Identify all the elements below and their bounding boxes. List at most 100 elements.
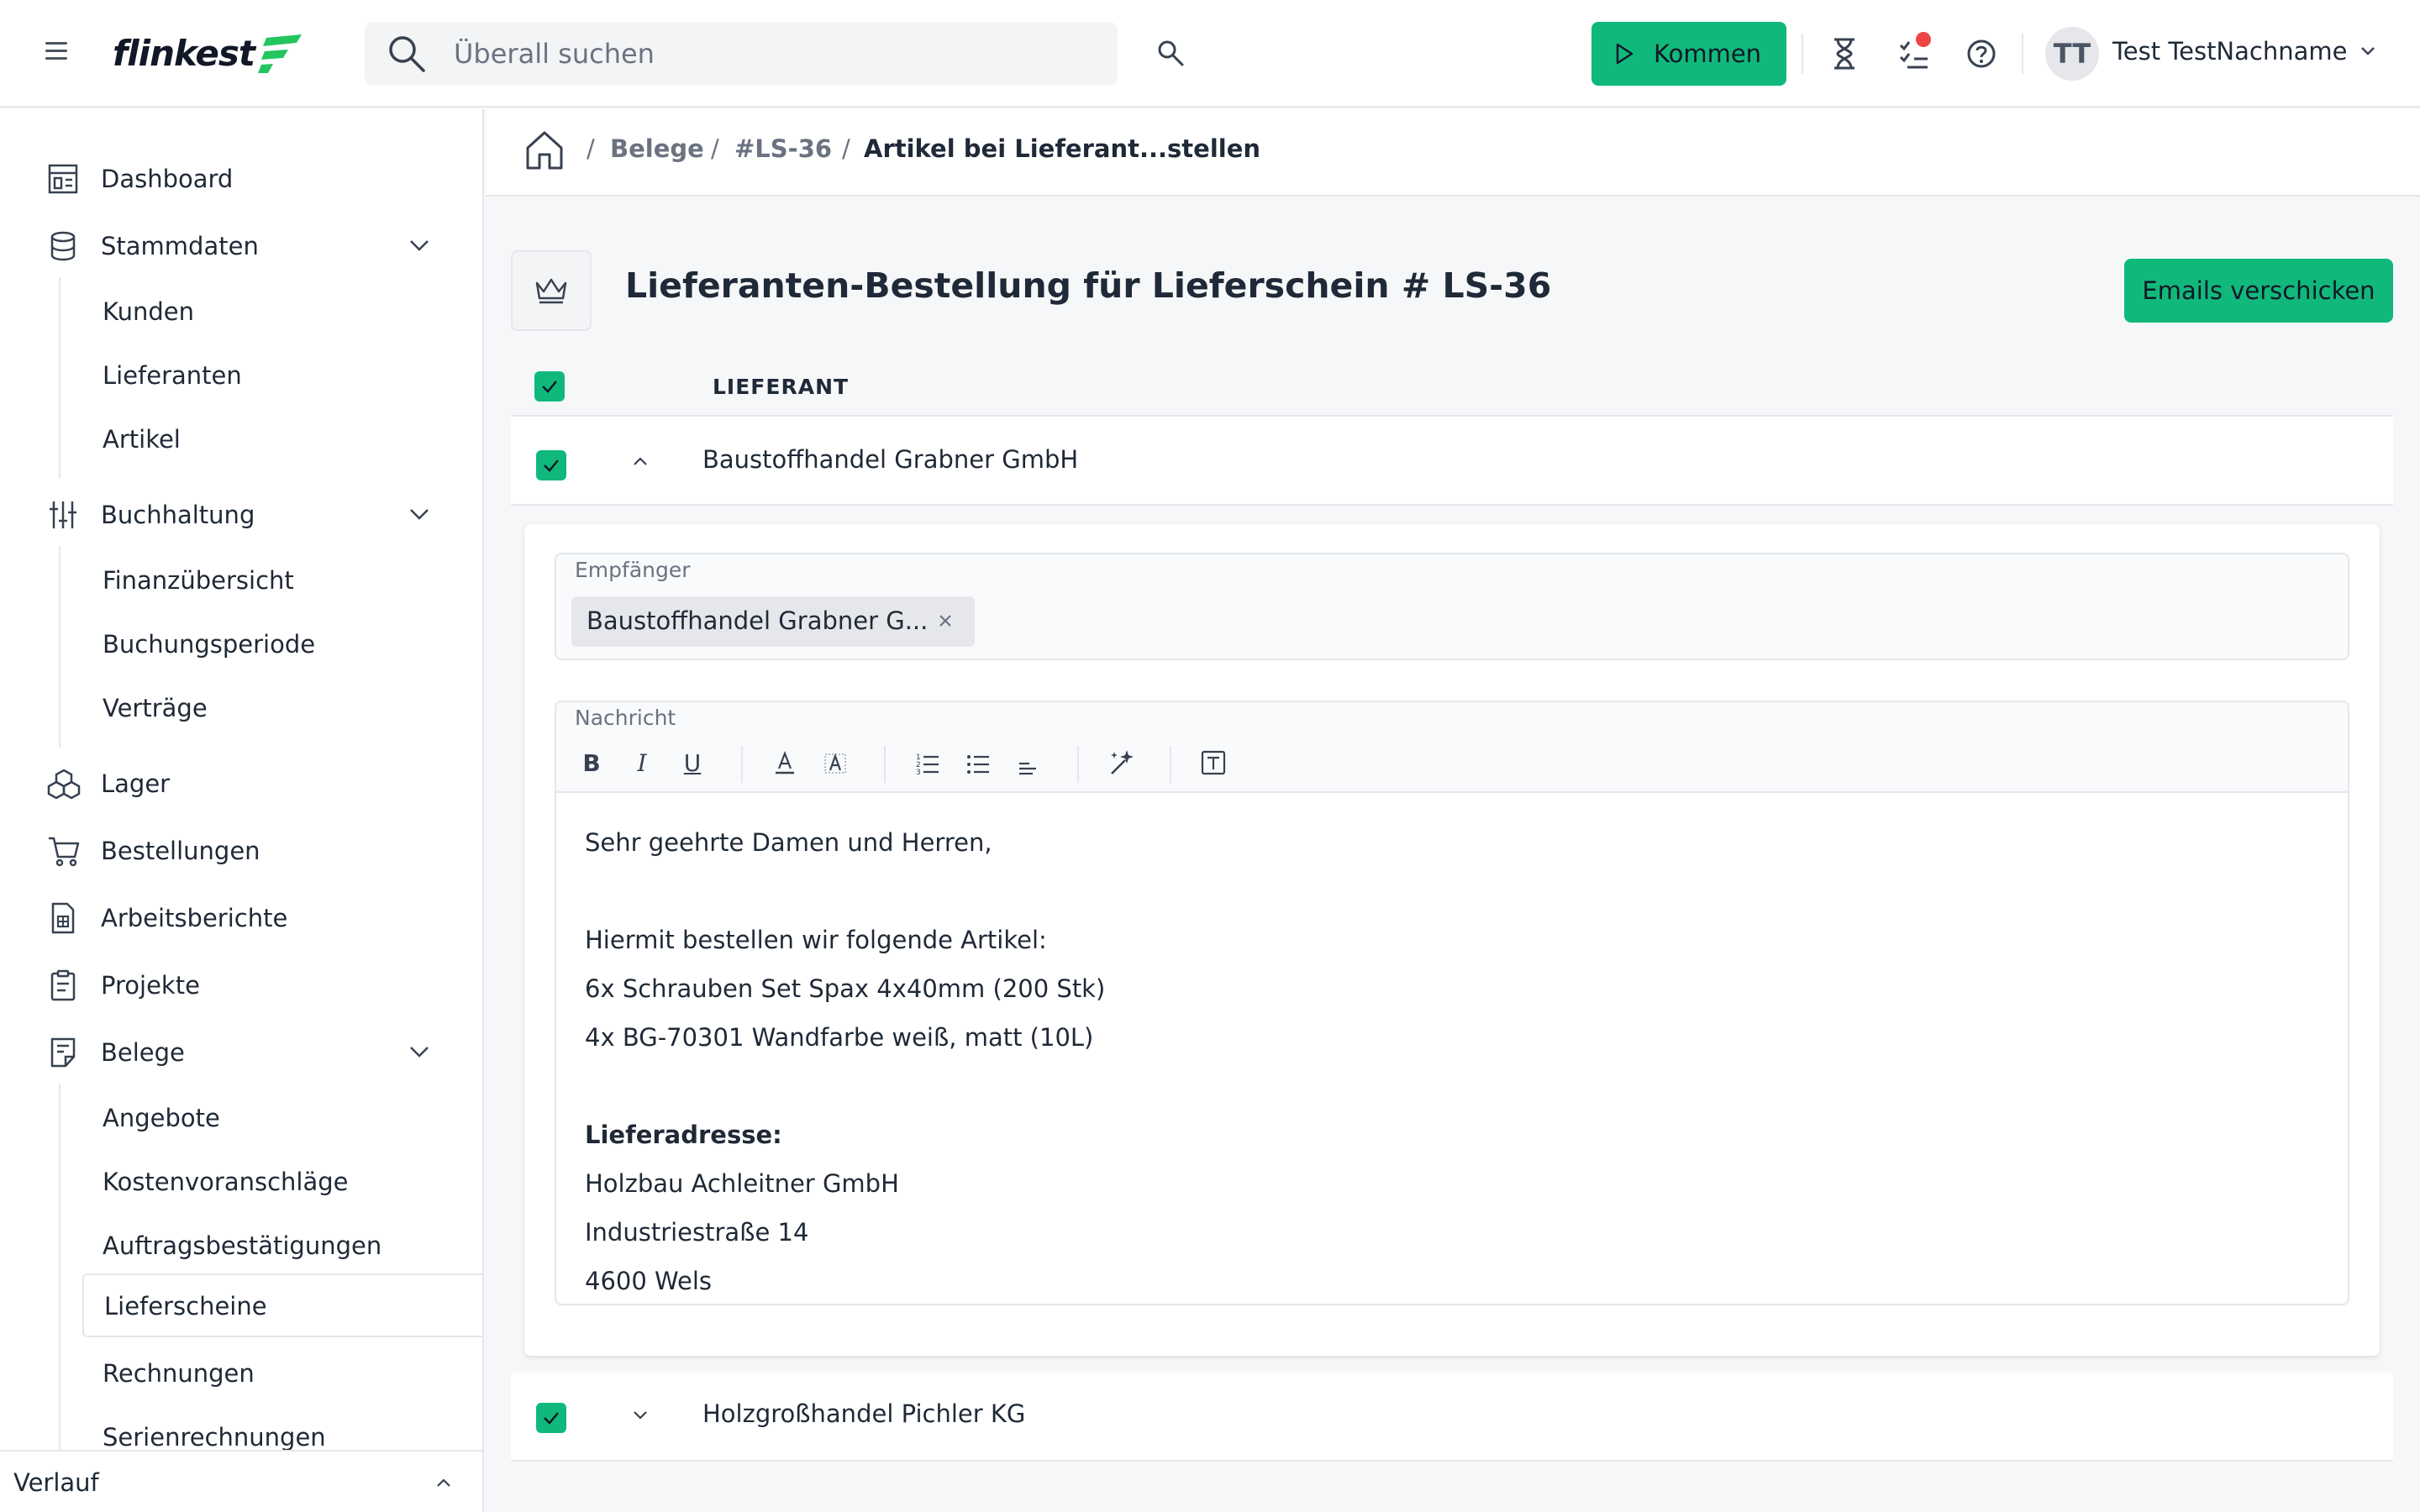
message-line[interactable]: 4x BG-70301 Wandfarbe weiß, matt (10L) [585,1023,1093,1052]
chevron-down-icon[interactable] [2360,45,2376,57]
row-checkbox[interactable] [536,1403,566,1433]
cart-icon [49,837,80,867]
chevron-up-icon [437,1478,450,1487]
message-label: Nachricht [575,706,676,730]
breadcrumb-current: Artikel bei Lieferant...stellen [864,134,1261,163]
send-emails-button[interactable]: Emails verschicken [2124,259,2393,323]
toolbar-separator [741,746,743,783]
sidebar-item-rechnungen[interactable]: Rechnungen [82,1342,482,1403]
sidebar-item-label: Verträge [103,694,208,722]
sidebar-item-lieferanten[interactable]: Lieferanten [82,344,482,405]
kommen-label: Kommen [1654,39,1762,68]
message-line[interactable]: Lieferadresse: [585,1121,782,1149]
header-divider [1802,34,1803,74]
sidebar-item-label: Arbeitsberichte [101,904,288,932]
message-line[interactable]: Sehr geehrte Damen und Herren, [585,828,992,857]
highlight-icon[interactable] [818,746,852,780]
toolbar-separator [884,746,886,783]
sidebar-item-label: Projekte [101,971,200,1000]
sidebar-item-angebote[interactable]: Angebote [82,1087,482,1147]
submenu-line [59,1084,60,1512]
sidebar-item-kostenvoranschlaege[interactable]: Kostenvoranschläge [82,1151,482,1211]
sidebar-item-bestellungen[interactable]: Bestellungen [0,820,482,880]
message-line[interactable]: Hiermit bestellen wir folgende Artikel: [585,926,1047,954]
top-header: flinkest Kommen [0,0,2420,108]
sidebar-item-finanzuebersicht[interactable]: Finanzübersicht [82,549,482,610]
database-icon [50,231,76,261]
recipient-chip[interactable]: Baustoffhandel Grabner G... [571,596,975,647]
sidebar-item-vertraege[interactable]: Verträge [82,677,482,738]
sidebar-item-label: Finanzübersicht [103,566,294,595]
sidebar-item-stammdaten[interactable]: Stammdaten [0,215,482,276]
menu-icon[interactable] [45,42,67,64]
italic-icon[interactable]: I [625,746,659,780]
sidebar-item-kunden[interactable]: Kunden [82,281,482,341]
sidebar-item-label: Rechnungen [103,1359,255,1388]
clipboard-icon [50,969,76,1001]
text-color-icon[interactable] [768,746,802,780]
sidebar-item-label: Buchungsperiode [103,630,316,659]
submenu-line [59,277,60,479]
svg-text:3: 3 [916,769,921,775]
recipient-label: Empfänger [575,558,691,582]
chevron-down-icon [410,240,429,251]
sidebar-item-artikel[interactable]: Artikel [82,408,482,469]
message-line[interactable]: 4600 Wels [585,1267,712,1295]
ai-magic-icon[interactable] [1104,746,1138,780]
search-input[interactable] [454,22,1092,86]
sidebar-item-arbeitsberichte[interactable]: Arbeitsberichte [0,887,482,948]
boxes-icon [47,769,81,800]
ordered-list-icon[interactable]: 123 [911,746,944,780]
recipient-field[interactable]: Empfänger Baustoffhandel Grabner G... [555,553,2349,660]
chevron-up-icon[interactable] [632,455,649,467]
sidebar-item-label: Stammdaten [101,232,259,260]
select-all-checkbox[interactable] [534,371,565,402]
sidebar-item-auftragsbestaetigungen[interactable]: Auftragsbestätigungen [82,1215,482,1275]
supplier-name: Holzgroßhandel Pichler KG [702,1399,1026,1428]
checkmark-icon [542,381,557,393]
close-icon[interactable] [936,612,955,630]
global-search[interactable] [365,22,1118,86]
align-icon[interactable] [1012,746,1045,780]
breadcrumb-ls-36[interactable]: #LS-36 [734,134,832,163]
sidebar-item-label: Serienrechnungen [103,1423,326,1452]
history-label: Verlauf [13,1468,99,1497]
sidebar-item-buchungsperiode[interactable]: Buchungsperiode [82,613,482,674]
sidebar-item-label: Kostenvoranschläge [103,1168,349,1196]
underline-icon[interactable]: U [676,746,709,780]
sidebar-item-belege[interactable]: Belege [0,1021,482,1082]
message-line[interactable]: Industriestraße 14 [585,1218,808,1247]
bold-icon[interactable]: B [575,746,608,780]
sidebar-item-label: Belege [101,1038,185,1067]
report-icon [51,902,75,934]
sidebar-item-dashboard[interactable]: Dashboard [0,148,482,208]
avatar[interactable]: TT [2045,27,2099,81]
row-checkbox[interactable] [536,450,566,480]
sidebar-item-label: Auftragsbestätigungen [103,1231,382,1260]
user-name[interactable]: Test TestNachname [2112,37,2347,66]
breadcrumb-separator: / [587,134,595,163]
sidebar-item-lieferscheine[interactable]: Lieferscheine [82,1273,482,1337]
chevron-down-icon[interactable] [632,1410,649,1421]
search-submit-icon[interactable] [1156,39,1185,67]
hourglass-icon[interactable] [1830,37,1859,71]
sidebar-item-projekte[interactable]: Projekte [0,954,482,1015]
sidebar-item-label: Bestellungen [101,837,260,865]
kommen-button[interactable]: Kommen [1591,22,1786,86]
sidebar-item-buchhaltung[interactable]: Buchhaltung [0,484,482,544]
crown-icon [535,278,567,304]
home-icon[interactable] [524,129,565,171]
help-icon[interactable] [1965,37,1998,71]
breadcrumb-belege[interactable]: Belege [610,134,704,163]
message-line[interactable]: 6x Schrauben Set Spax 4x40mm (200 Stk) [585,974,1105,1003]
bullet-list-icon[interactable] [961,746,995,780]
sidebar-item-label: Buchhaltung [101,501,255,529]
editor-toolbar: Nachricht B I U 123 [556,702,2348,793]
sidebar-item-lager[interactable]: Lager [0,753,482,813]
text-template-icon[interactable] [1197,746,1230,780]
sidebar-item-label: Artikel [103,425,181,454]
history-panel-toggle[interactable]: Verlauf [0,1450,482,1512]
chevron-down-icon [410,1047,429,1058]
message-line[interactable]: Holzbau Achleitner GmbH [585,1169,899,1198]
logo[interactable]: flinkest [113,24,305,82]
